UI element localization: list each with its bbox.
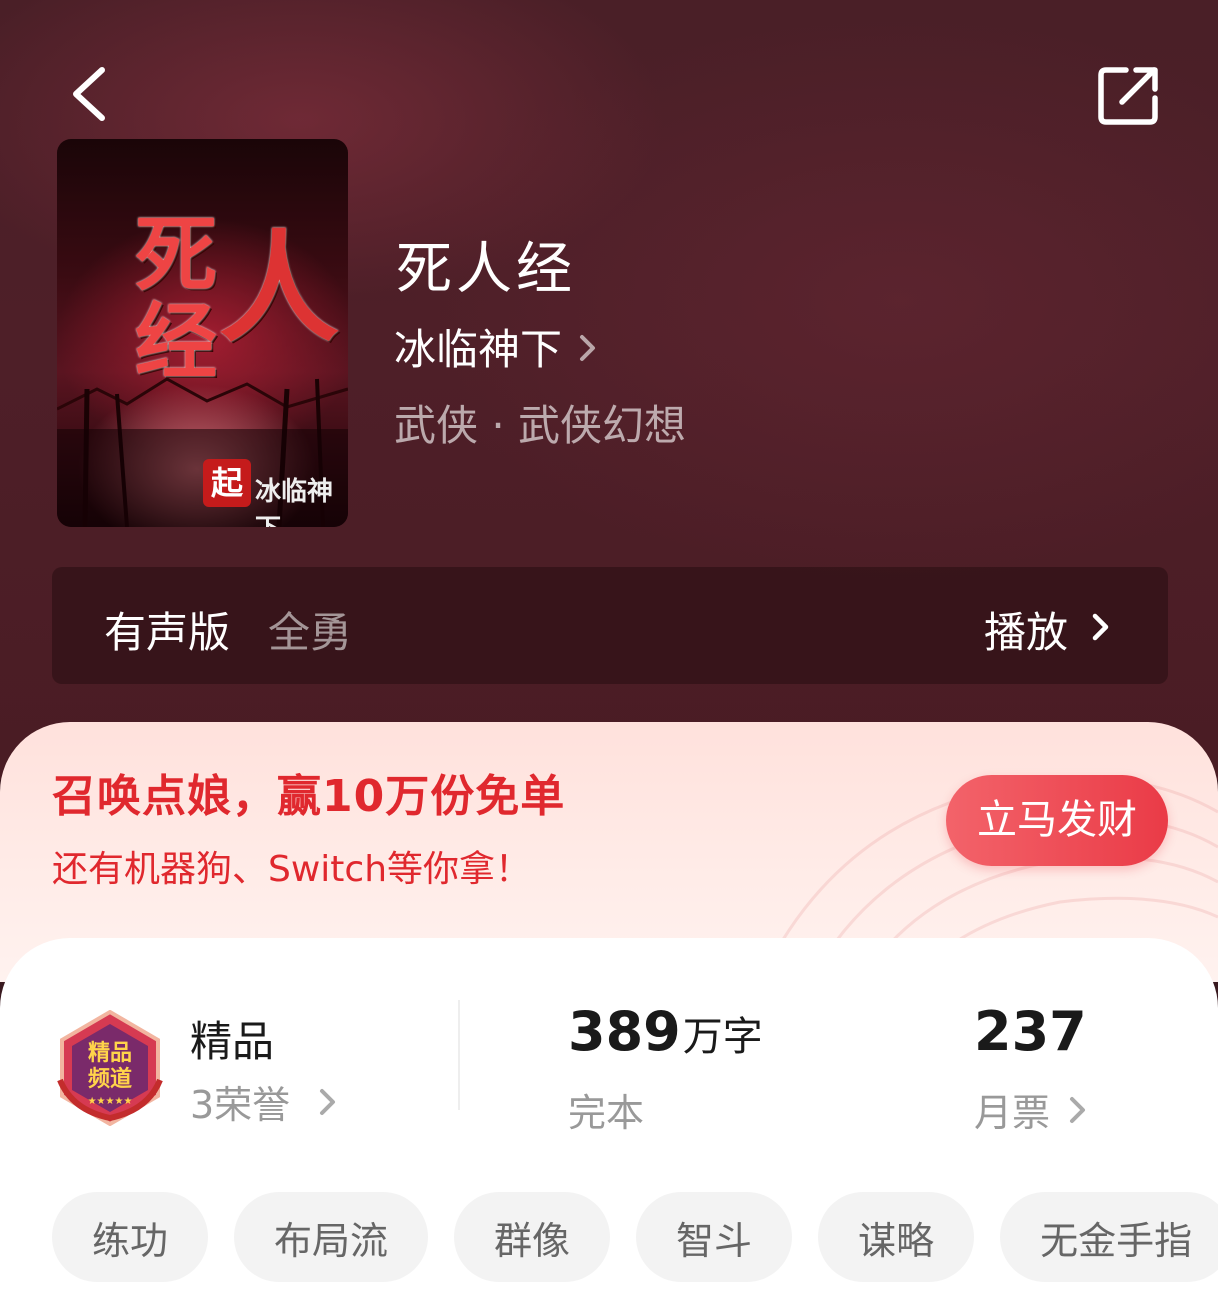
tag-list: 练功 布局流 群像 智斗 谋略 无金手指 [52,1192,1218,1282]
tag-chip[interactable]: 智斗 [636,1192,793,1282]
promo-title: 召唤点娘，赢10万份免单 [52,771,566,822]
audiobook-narrator: 全勇 [268,608,353,657]
chevron-right-icon [320,1088,336,1115]
cover-title-char: 人 [219,218,339,359]
author-link[interactable]: 冰临神下 [394,318,598,374]
tag-chip[interactable]: 练功 [52,1192,209,1282]
play-button[interactable]: 播放 [984,599,1068,660]
publisher-logo: 起 [203,459,251,507]
share-button[interactable] [1096,64,1162,128]
book-title: 死人经 [396,237,576,302]
promo-button[interactable]: 立马发财 [946,775,1168,866]
word-count-unit: 万字 [682,1014,763,1060]
divider [458,1000,460,1110]
tag-chip[interactable]: 群像 [454,1192,611,1282]
chevron-left-icon [73,67,105,121]
audiobook-bar[interactable]: 有声版 全勇 播放 [52,567,1168,684]
monthly-tickets-value: 237 [974,1000,1087,1063]
chevron-right-icon [580,335,596,361]
back-button[interactable] [62,62,122,126]
svg-text:★★★★★: ★★★★★ [88,1096,133,1107]
chevron-right-icon [1070,1096,1086,1123]
monthly-tickets-label: 月票 [974,1091,1051,1135]
word-count-value: 389 [568,1000,681,1063]
svg-text:精品: 精品 [88,1040,132,1066]
promo-subtitle: 还有机器狗、Switch等你拿！ [52,849,532,890]
honors-link[interactable]: 3荣誉 [190,1074,338,1129]
tag-chip[interactable]: 无金手指 [1000,1192,1218,1282]
audiobook-label: 有声版 [104,608,231,657]
word-count: 389 万字 [568,1000,763,1063]
tag-chip[interactable]: 布局流 [234,1192,429,1282]
cover-author: 冰临神下 [255,477,334,527]
tag-chip[interactable]: 谋略 [818,1192,975,1282]
book-genre: 武侠 · 武侠幻想 [394,401,687,450]
honors-count: 3荣誉 [190,1083,291,1127]
premium-badge-icon: 精品 频道 ★★★★★ [57,1010,163,1126]
author-name: 冰临神下 [394,324,563,374]
svg-text:频道: 频道 [88,1066,132,1092]
book-stats-panel: 精品 频道 ★★★★★ 精品 3荣誉 389 万字 完本 237 月票 练功 布… [0,938,1218,1315]
book-status: 完本 [568,1091,645,1135]
cover-title-char: 死 [135,207,218,303]
chevron-right-icon [1092,613,1109,641]
quality-label: 精品 [190,1017,275,1066]
monthly-tickets-link[interactable]: 月票 [974,1082,1088,1137]
share-icon [1098,67,1158,125]
book-header: 死 经 人 起 冰临神下 死人经 冰临神下 武侠 · 武侠幻想 有声版 全勇 播… [0,0,1218,780]
book-cover[interactable]: 死 经 人 起 冰临神下 [57,139,348,527]
cover-title-char: 经 [135,294,218,390]
